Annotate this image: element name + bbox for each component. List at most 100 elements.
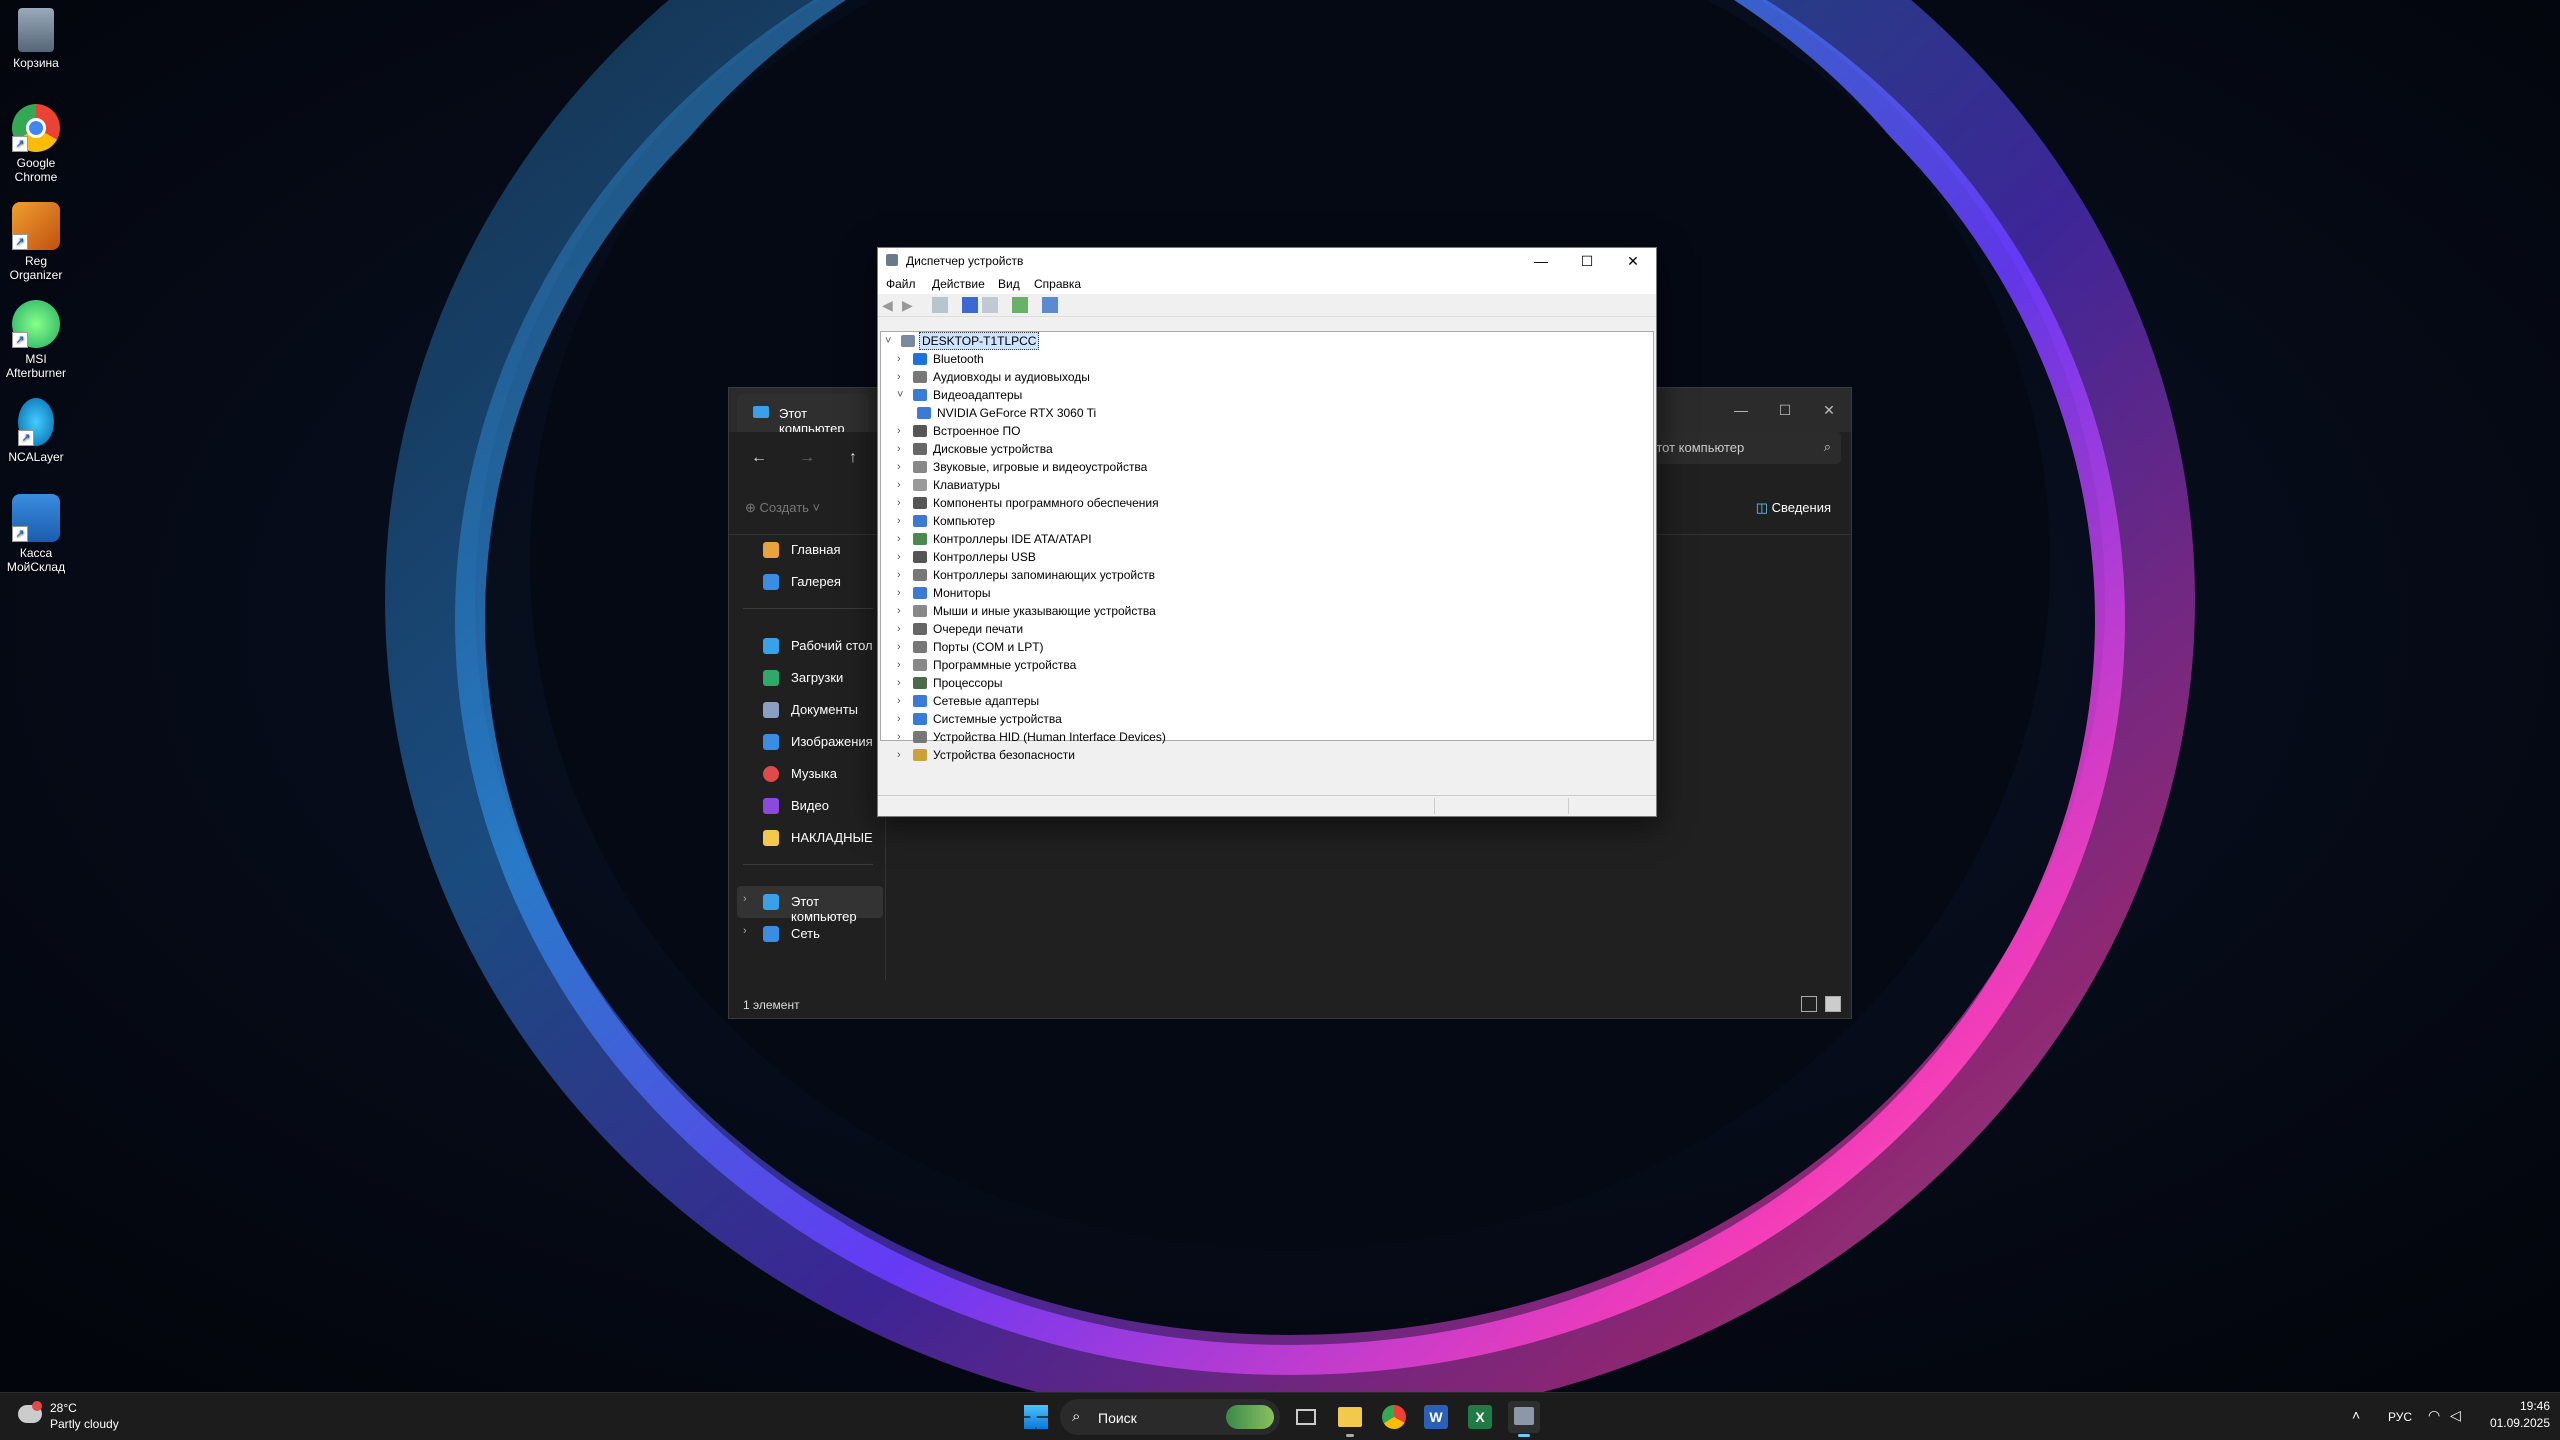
create-button[interactable]: ⊕ Создать ˅ bbox=[745, 500, 820, 516]
device-category-icon bbox=[913, 371, 927, 383]
volume-icon[interactable]: ◁ bbox=[2450, 1407, 2461, 1424]
devmgr-menubar: Файл Действие Вид Справка bbox=[878, 274, 1656, 294]
desktop-icon-msi-afterburner[interactable]: ↗ MSI Afterburner bbox=[0, 300, 72, 380]
chevron-right-icon[interactable]: › bbox=[897, 350, 909, 368]
close-button[interactable]: ✕ bbox=[1811, 396, 1847, 424]
chevron-right-icon[interactable]: › bbox=[897, 548, 909, 566]
wifi-icon[interactable]: ◠ bbox=[2428, 1407, 2440, 1424]
msi-afterburner-icon: ↗ bbox=[12, 300, 60, 348]
nav-item-documents[interactable]: Документы bbox=[737, 694, 883, 726]
taskbar: 28°C Partly cloudy ⌕ Поиск W X ˄ РУС ◠ ◁… bbox=[0, 1392, 2560, 1440]
divider bbox=[743, 608, 873, 609]
explorer-tab[interactable]: Этот компьютер bbox=[737, 394, 869, 436]
show-hide-tree-icon[interactable] bbox=[932, 297, 948, 313]
chevron-right-icon[interactable]: › bbox=[897, 602, 909, 620]
taskbar-chrome[interactable] bbox=[1378, 1401, 1410, 1433]
nav-item-this-pc[interactable]: › Этот компьютер bbox=[737, 886, 883, 924]
menu-view[interactable]: Вид bbox=[998, 277, 1020, 291]
details-view-icon[interactable] bbox=[1801, 996, 1817, 1012]
nav-item-gallery[interactable]: Галерея bbox=[737, 566, 883, 598]
chevron-right-icon[interactable]: › bbox=[897, 530, 909, 548]
chevron-right-icon[interactable]: › bbox=[897, 368, 909, 386]
help-view-icon[interactable] bbox=[982, 297, 998, 313]
chevron-right-icon[interactable]: › bbox=[897, 476, 909, 494]
clock[interactable]: 19:46 01.09.2025 bbox=[2480, 1399, 2550, 1430]
document-icon bbox=[763, 702, 779, 718]
nav-item-network[interactable]: › Сеть bbox=[737, 918, 883, 950]
chevron-right-icon[interactable]: › bbox=[897, 620, 909, 638]
divider bbox=[1568, 798, 1569, 814]
chevron-right-icon[interactable]: › bbox=[897, 512, 909, 530]
chevron-right-icon[interactable]: › bbox=[897, 728, 909, 746]
search-icon: ⌕ bbox=[1823, 439, 1831, 454]
chevron-right-icon[interactable]: › bbox=[897, 674, 909, 692]
back-button[interactable]: ← bbox=[745, 446, 773, 470]
forward-button[interactable]: → bbox=[793, 446, 821, 470]
desktop-icon-reg-organizer[interactable]: ↗ Reg Organizer bbox=[0, 202, 72, 282]
properties-icon[interactable] bbox=[962, 297, 978, 313]
taskbar-word[interactable]: W bbox=[1420, 1401, 1452, 1433]
minimize-button[interactable]: — bbox=[1723, 396, 1759, 424]
device-category-icon bbox=[913, 551, 927, 563]
chevron-right-icon[interactable]: › bbox=[897, 746, 909, 764]
taskbar-explorer[interactable] bbox=[1334, 1401, 1366, 1437]
maximize-button[interactable]: ☐ bbox=[1564, 248, 1610, 274]
search-input[interactable]: Этот компьютер ⌕ bbox=[1641, 432, 1841, 464]
menu-action[interactable]: Действие bbox=[932, 277, 985, 291]
desktop-icon-kassa[interactable]: ↗ Касса МойСклад bbox=[0, 494, 72, 574]
back-arrow-icon[interactable]: ◀ bbox=[882, 297, 898, 313]
close-button[interactable]: ✕ bbox=[1610, 248, 1656, 274]
taskbar-search[interactable]: ⌕ Поиск bbox=[1060, 1399, 1280, 1435]
desktop-icon-chrome[interactable]: ↗ Google Chrome bbox=[0, 104, 72, 184]
language-indicator[interactable]: РУС bbox=[2388, 1410, 2412, 1424]
maximize-button[interactable]: ☐ bbox=[1767, 396, 1803, 424]
up-button[interactable]: ↑ bbox=[839, 446, 867, 470]
taskbar-device-manager[interactable] bbox=[1508, 1401, 1540, 1437]
music-icon bbox=[763, 766, 779, 782]
chevron-right-icon[interactable]: › bbox=[897, 458, 909, 476]
chevron-right-icon[interactable]: › bbox=[897, 494, 909, 512]
chevron-right-icon[interactable]: › bbox=[897, 710, 909, 728]
nav-item-downloads[interactable]: Загрузки bbox=[737, 662, 883, 694]
taskbar-excel[interactable]: X bbox=[1464, 1401, 1496, 1433]
tiles-view-icon[interactable] bbox=[1825, 996, 1841, 1012]
minimize-button[interactable]: — bbox=[1518, 248, 1564, 274]
desktop-icon-ncalayer[interactable]: ↗ NCALayer bbox=[0, 398, 72, 464]
device-manager-window[interactable]: Диспетчер устройств — ☐ ✕ Файл Действие … bbox=[877, 247, 1657, 817]
devmgr-status-bar bbox=[878, 795, 1656, 816]
download-icon bbox=[763, 670, 779, 686]
task-view-button[interactable] bbox=[1290, 1401, 1322, 1433]
desktop-icon-recycle-bin[interactable]: Корзина bbox=[0, 8, 72, 70]
chevron-down-icon[interactable]: ˅ bbox=[897, 386, 909, 404]
menu-help[interactable]: Справка bbox=[1034, 277, 1081, 291]
chevron-right-icon[interactable]: › bbox=[897, 422, 909, 440]
device-category-icon bbox=[913, 623, 927, 635]
nav-item-folder[interactable]: НАКЛАДНЫЕ bbox=[737, 822, 883, 854]
update-driver-icon[interactable] bbox=[1012, 297, 1028, 313]
menu-file[interactable]: Файл bbox=[886, 277, 916, 291]
details-button[interactable]: ◫ Сведения bbox=[1756, 500, 1831, 516]
folder-icon bbox=[1338, 1407, 1362, 1427]
nav-item-home[interactable]: Главная bbox=[737, 534, 883, 566]
chevron-right-icon[interactable]: › bbox=[897, 638, 909, 656]
start-button[interactable] bbox=[1020, 1401, 1052, 1433]
chevron-right-icon[interactable]: › bbox=[897, 656, 909, 674]
nav-item-desktop[interactable]: Рабочий стол bbox=[737, 630, 883, 662]
nav-item-video[interactable]: Видео bbox=[737, 790, 883, 822]
device-category-icon bbox=[913, 641, 927, 653]
device-category-icon bbox=[913, 425, 927, 437]
search-icon: ⌕ bbox=[1072, 1408, 1081, 1425]
chevron-right-icon[interactable]: › bbox=[897, 584, 909, 602]
scan-hardware-icon[interactable] bbox=[1042, 297, 1058, 313]
chevron-right-icon[interactable]: › bbox=[897, 692, 909, 710]
nav-item-images[interactable]: Изображения bbox=[737, 726, 883, 758]
nav-item-music[interactable]: Музыка bbox=[737, 758, 883, 790]
gallery-icon bbox=[763, 574, 779, 590]
reg-organizer-icon: ↗ bbox=[12, 202, 60, 250]
forward-arrow-icon[interactable]: ▶ bbox=[902, 297, 918, 313]
devmgr-titlebar[interactable]: Диспетчер устройств — ☐ ✕ bbox=[878, 248, 1656, 274]
weather-widget[interactable]: 28°C Partly cloudy bbox=[14, 1399, 134, 1435]
chevron-up-icon[interactable]: ˄ bbox=[2352, 1407, 2360, 1423]
chevron-right-icon[interactable]: › bbox=[897, 440, 909, 458]
chevron-right-icon[interactable]: › bbox=[897, 566, 909, 584]
